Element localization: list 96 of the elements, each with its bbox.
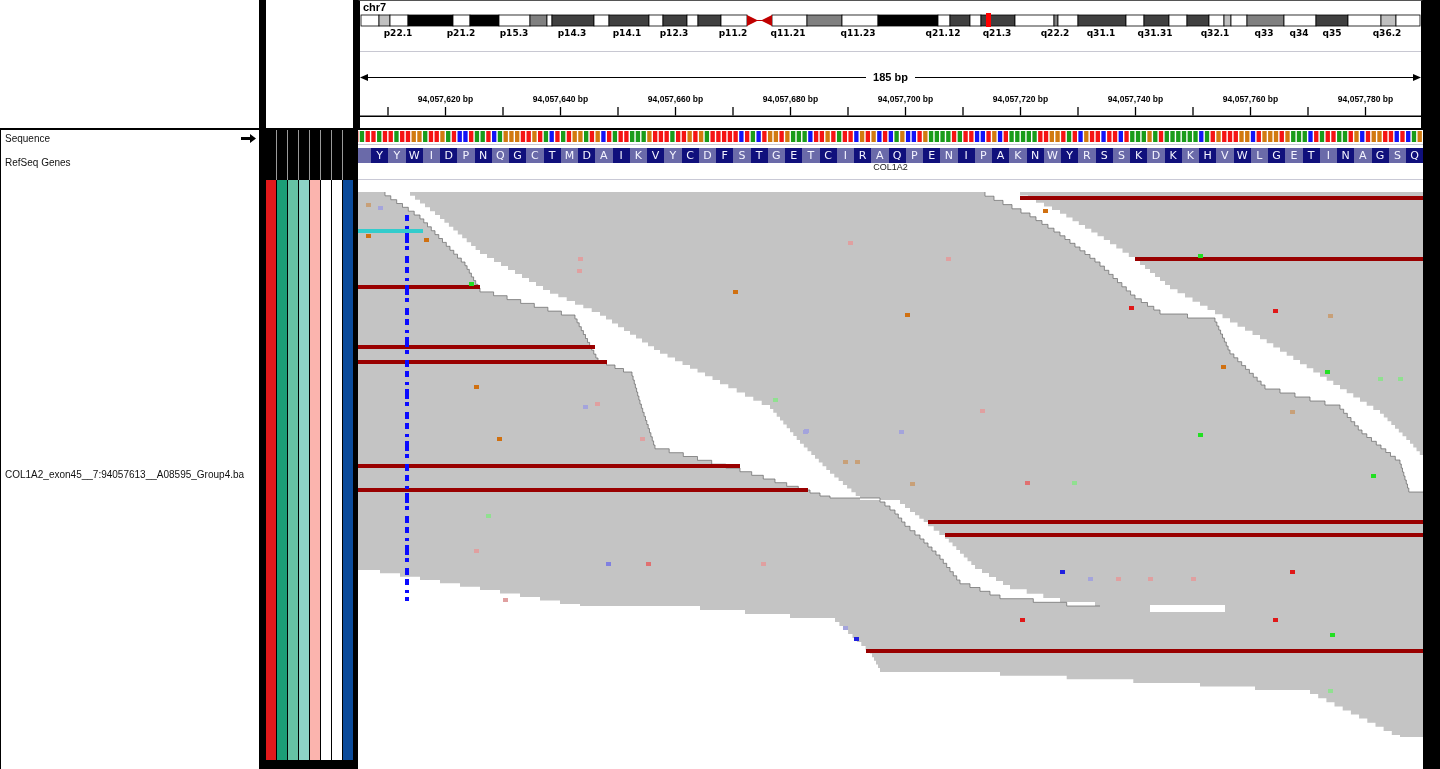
amino-acid-letter: S <box>1116 148 1126 163</box>
band-label: q36.2 <box>1372 27 1402 39</box>
track-name[interactable]: COL1A2_exon45__7:94057613__A08595_Group4.ba <box>5 468 245 481</box>
band-label: p22.1 <box>383 27 413 39</box>
amino-acid-letter: E <box>785 148 803 163</box>
amino-acid-letter: N <box>474 148 492 163</box>
amino-acid-letter: P <box>979 148 988 163</box>
amino-acid-letter: Q <box>1406 148 1424 163</box>
amino-acid-letter: S <box>1392 148 1402 163</box>
position-label: 94,057,760 bp <box>1222 93 1279 105</box>
amino-acid-letter: K <box>1185 148 1195 163</box>
amino-acid-letter: A <box>1358 148 1368 163</box>
amino-acid-letter: R <box>1082 148 1092 163</box>
position-label: 94,057,740 bp <box>1107 93 1164 105</box>
amino-acid-letter: W <box>1233 148 1251 163</box>
position-label: 94,057,780 bp <box>1337 93 1394 105</box>
position-label: 94,057,700 bp <box>877 93 934 105</box>
amino-acid-letter: G <box>771 148 782 163</box>
amino-acid-letter: K <box>1164 148 1182 163</box>
amino-acid-letter: N <box>1026 148 1044 163</box>
amino-acid-letter: C <box>530 148 540 163</box>
amino-acid-letter: I <box>842 148 848 163</box>
amino-acid-letter: Y <box>392 148 402 163</box>
amino-acid-letter: K <box>633 148 643 163</box>
amino-acid-letter: W <box>1045 148 1059 163</box>
band-label: p12.3 <box>659 27 689 39</box>
amino-acid-letter: E <box>1289 148 1299 163</box>
amino-acid-letter: G <box>1371 148 1389 163</box>
amino-acid-letter: E <box>923 148 941 163</box>
amino-acid-letter: I <box>957 148 975 163</box>
amino-acid-letter: D <box>440 148 458 163</box>
amino-acid-letter: V <box>1220 148 1230 163</box>
amino-acid-letter: D <box>578 148 596 163</box>
band-label: q22.2 <box>1040 27 1070 39</box>
amino-acid-letter: A <box>875 148 885 163</box>
band-label: p15.3 <box>499 27 529 39</box>
amino-acid-letter: M <box>563 148 576 163</box>
amino-acid-letter: I <box>612 148 630 163</box>
amino-acid-letter: S <box>737 148 747 163</box>
band-label: p14.1 <box>612 27 642 39</box>
amino-acid-letter: R <box>854 148 872 163</box>
amino-acid-letter: P <box>461 148 471 163</box>
amino-acid-letter: Y <box>668 148 678 163</box>
band-label: p21.2 <box>446 27 476 39</box>
amino-acid-letter: Q <box>495 148 506 163</box>
chromosome-name: chr7 <box>362 1 387 13</box>
gene-name: COL1A2 <box>873 163 908 172</box>
band-label: p14.3 <box>557 27 587 39</box>
amino-acid-letter: D <box>1150 148 1162 163</box>
amino-acid-letter: N <box>943 148 954 163</box>
band-label: q32.1 <box>1200 27 1230 39</box>
band-label: q31.1 <box>1086 27 1116 39</box>
track-name[interactable]: Sequence <box>5 132 51 145</box>
amino-acid-letter: F <box>716 148 734 163</box>
band-label: q34 <box>1289 27 1309 39</box>
position-label: 94,057,680 bp <box>762 93 819 105</box>
band-label: q35 <box>1322 27 1342 39</box>
band-label: q11.21 <box>770 27 806 39</box>
amino-acid-letter: T <box>1302 148 1320 163</box>
amino-acid-letter: A <box>992 148 1010 163</box>
amino-acid-letter: L <box>1255 148 1264 163</box>
amino-acid-letter: G <box>1268 148 1286 163</box>
band-label: q33 <box>1254 27 1274 39</box>
amino-acid-letter: P <box>910 148 919 163</box>
amino-acid-letter: Y <box>371 148 389 163</box>
amino-acid-letter: S <box>1095 148 1113 163</box>
span-length-label: 185 bp <box>872 71 909 84</box>
amino-acid-letter: I <box>428 148 434 163</box>
band-label: q31.31 <box>1137 27 1173 39</box>
position-label: 94,057,660 bp <box>647 93 704 105</box>
amino-acid-letter: K <box>1130 148 1148 163</box>
amino-acid-letter: A <box>599 148 609 163</box>
amino-acid-letter: H <box>1199 148 1217 163</box>
amino-acid-letter: Q <box>888 148 906 163</box>
amino-acid-letter: V <box>647 148 665 163</box>
band-label: q21.3 <box>982 27 1012 39</box>
amino-acid-letter: G <box>509 148 527 163</box>
amino-acid-letter: T <box>806 148 816 163</box>
amino-acid-letter: T <box>543 148 561 163</box>
amino-acid-letter: C <box>681 148 699 163</box>
amino-acid-letter: D <box>702 148 713 163</box>
amino-acid-letter: T <box>750 148 768 163</box>
amino-acid-letter: C <box>819 148 837 163</box>
band-label: p11.2 <box>718 27 748 39</box>
position-label: 94,057,720 bp <box>992 93 1049 105</box>
track-name[interactable]: RefSeq Genes <box>5 156 71 169</box>
amino-acid-letter: W <box>405 148 423 163</box>
position-label: 94,057,620 bp <box>417 93 474 105</box>
amino-acid-letter: Y <box>1061 148 1079 163</box>
amino-acid-letter: I <box>1325 148 1331 163</box>
band-label: q11.23 <box>840 27 876 39</box>
amino-acid-letter: K <box>1013 148 1023 163</box>
position-label: 94,057,640 bp <box>532 93 589 105</box>
band-label: q21.12 <box>925 27 961 39</box>
amino-acid-letter: N <box>1337 148 1355 163</box>
arrow-right-icon[interactable] <box>241 134 256 143</box>
